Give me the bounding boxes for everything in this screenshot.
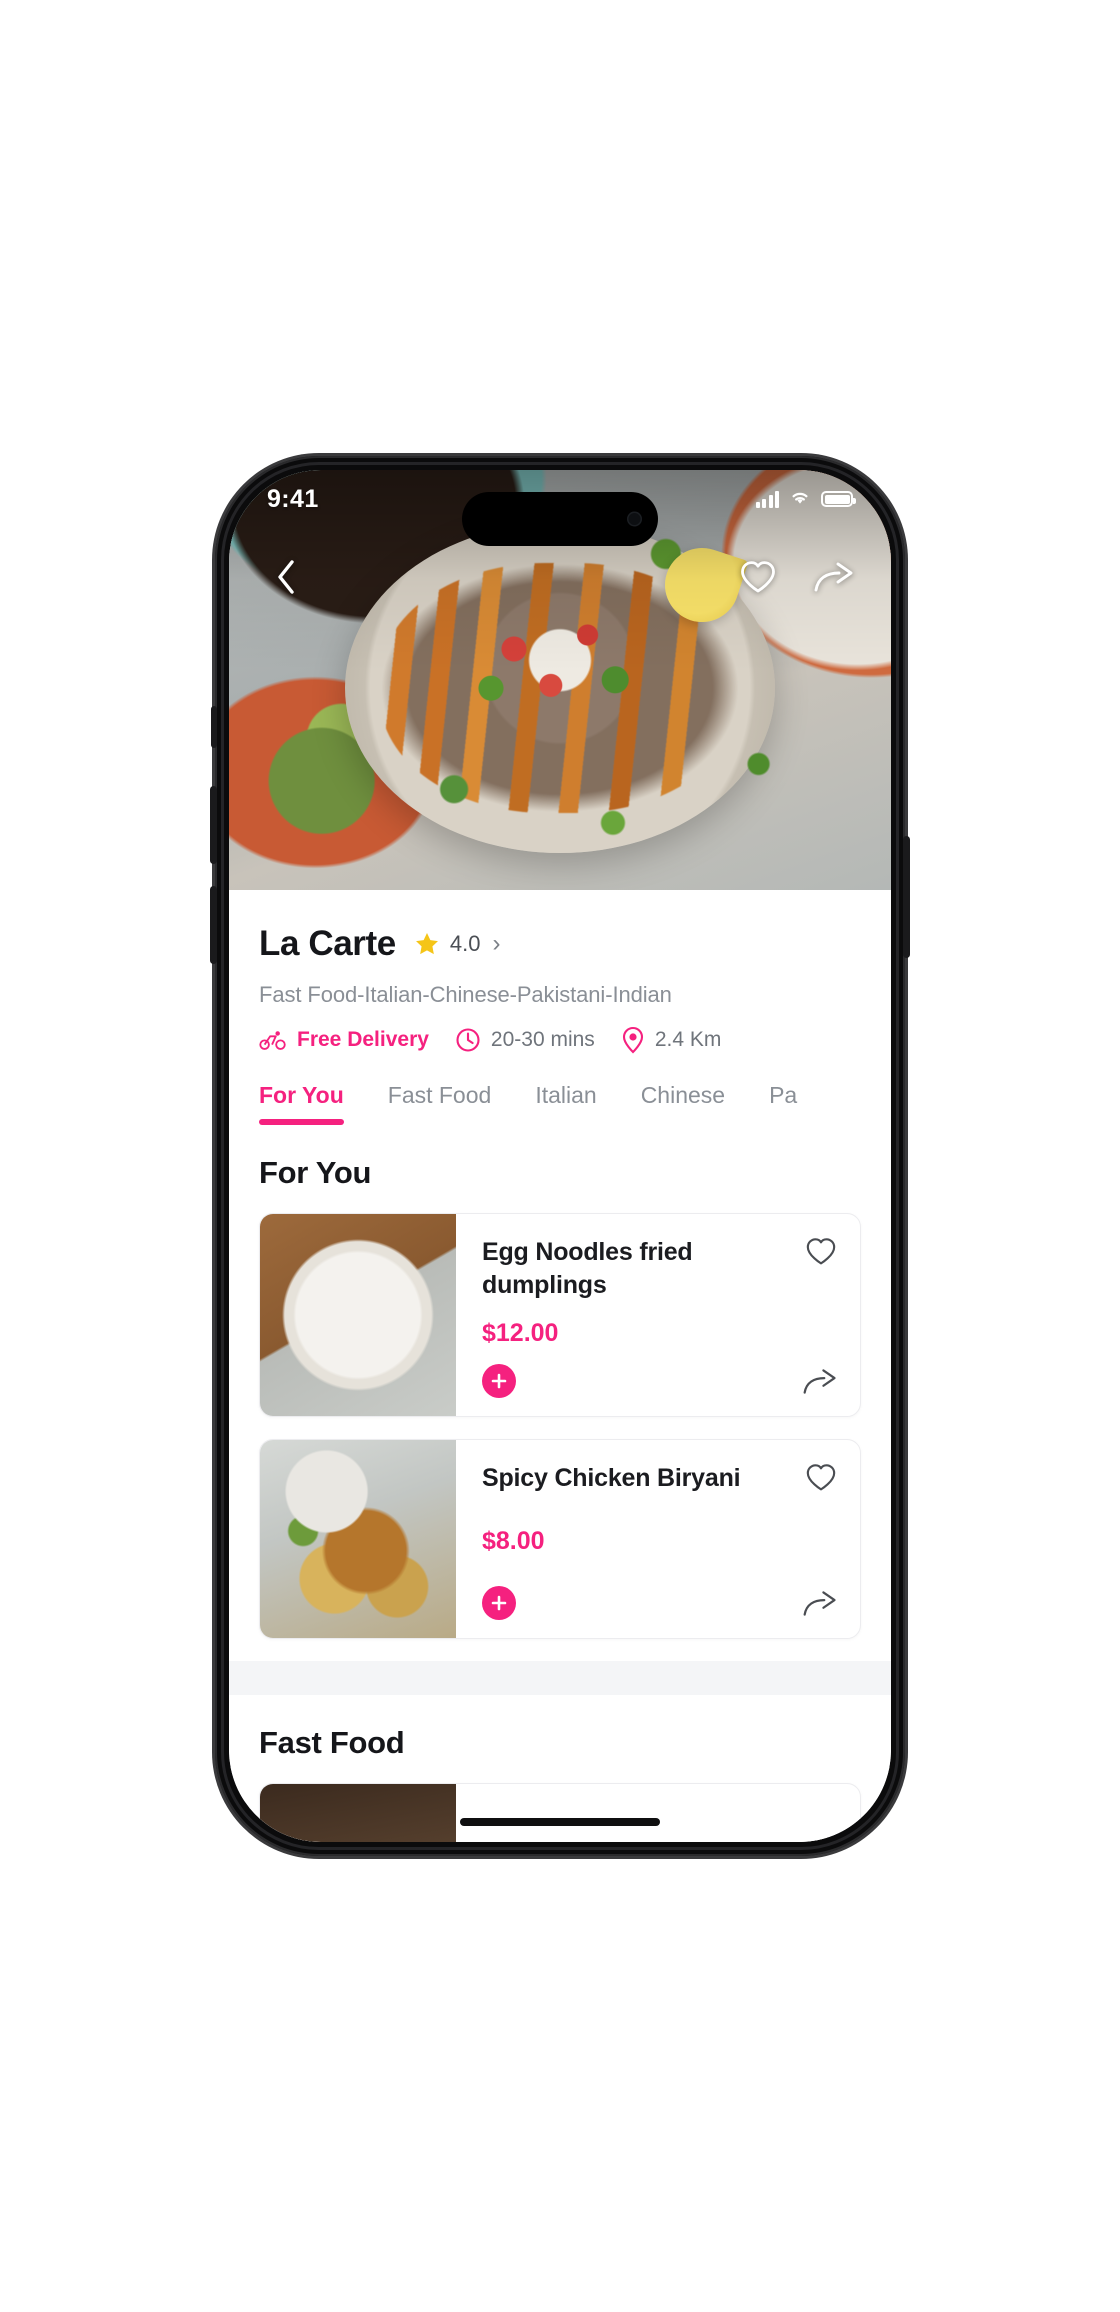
bicycle-icon [259, 1031, 286, 1050]
add-to-cart-button[interactable] [482, 1364, 516, 1398]
restaurant-title-row: La Carte 4.0 › [259, 890, 861, 964]
restaurant-hero-image: 9:41 [229, 470, 891, 890]
favorite-button[interactable] [804, 1462, 838, 1493]
menu-item-body [456, 1784, 860, 1842]
delivery-time-label: 20-30 mins [490, 1028, 595, 1051]
menu-item-card[interactable]: Egg Noodles fried dumplings $12.00 [259, 1213, 861, 1417]
plus-icon [491, 1595, 507, 1611]
dynamic-island [462, 492, 658, 546]
tab-pakistani[interactable]: Pa [769, 1082, 797, 1125]
volume-up-button[interactable] [210, 786, 217, 864]
share-arrow-icon [803, 1368, 836, 1394]
home-indicator[interactable] [460, 1818, 660, 1826]
hero-nav-actions [737, 556, 855, 598]
screenshot-canvas: 9:41 La Carte 4.0 › Fast Food-Italian-Ch… [0, 0, 1120, 2312]
plus-icon [491, 1373, 507, 1389]
heart-icon [806, 1238, 836, 1265]
menu-item-body: Egg Noodles fried dumplings $12.00 [456, 1214, 860, 1416]
tab-for-you[interactable]: For You [259, 1082, 344, 1125]
tab-italian[interactable]: Italian [535, 1082, 596, 1125]
status-time: 9:41 [267, 484, 319, 513]
delivery-time-meta: 20-30 mins [455, 1027, 595, 1053]
share-arrow-icon [803, 1590, 836, 1616]
tab-chinese[interactable]: Chinese [641, 1082, 725, 1125]
favorite-button[interactable] [737, 556, 779, 598]
rating-value: 4.0 [449, 931, 481, 956]
menu-item-image [260, 1784, 456, 1842]
menu-item-actions [482, 1586, 838, 1620]
menu-item-image [260, 1214, 456, 1416]
power-button[interactable] [903, 836, 910, 958]
menu-item-body: Spicy Chicken Biryani $8.00 [456, 1440, 860, 1638]
favorite-button[interactable] [804, 1236, 838, 1267]
menu-item-header: Spicy Chicken Biryani [482, 1462, 838, 1495]
clock-icon [456, 1028, 480, 1052]
restaurant-detail-sheet: La Carte 4.0 › Fast Food-Italian-Chinese… [229, 890, 891, 1842]
delivery-fee-label: Free Delivery [297, 1028, 429, 1051]
restaurant-meta-row: Free Delivery 20-30 mins 2.4 Km [259, 1026, 861, 1054]
front-camera [627, 511, 642, 527]
battery-icon [821, 491, 856, 507]
app-scroll-area[interactable]: 9:41 La Carte 4.0 › Fast Food-Italian-Ch… [229, 470, 891, 1842]
heart-icon [806, 1464, 836, 1491]
menu-item-header: Egg Noodles fried dumplings [482, 1236, 838, 1301]
phone-frame: 9:41 La Carte 4.0 › Fast Food-Italian-Ch… [210, 456, 910, 1856]
heart-icon [741, 561, 775, 593]
volume-down-button[interactable] [210, 886, 217, 964]
share-arrow-icon [814, 562, 853, 592]
tab-fast-food[interactable]: Fast Food [388, 1082, 492, 1125]
star-icon [415, 932, 438, 955]
section-title-for-you: For You [259, 1155, 372, 1190]
share-button[interactable] [802, 1367, 838, 1396]
category-tabs[interactable]: For You Fast Food Italian Chinese Pa [259, 1082, 861, 1125]
menu-item-price: $12.00 [482, 1319, 559, 1347]
menu-item-price: $8.00 [482, 1526, 545, 1555]
phone-screen: 9:41 La Carte 4.0 › Fast Food-Italian-Ch… [229, 470, 891, 1842]
rating-badge[interactable]: 4.0 › [414, 931, 500, 957]
distance-label: 2.4 Km [654, 1028, 722, 1051]
back-button[interactable] [265, 556, 307, 598]
menu-item-name: Egg Noodles fried dumplings [482, 1238, 693, 1299]
menu-item-image [260, 1440, 456, 1638]
section-divider [229, 1661, 891, 1695]
status-indicators [755, 488, 856, 511]
share-button[interactable] [813, 556, 855, 598]
location-pin-icon [622, 1026, 643, 1054]
chevron-left-icon [278, 560, 294, 594]
delivery-fee-meta: Free Delivery [259, 1028, 429, 1052]
menu-item-card[interactable]: Spicy Chicken Biryani $8.00 [259, 1439, 861, 1639]
share-button[interactable] [802, 1589, 838, 1618]
wifi-icon [788, 488, 812, 511]
cuisine-list: Fast Food-Italian-Chinese-Pakistani-Indi… [259, 982, 672, 1007]
menu-item-card[interactable] [259, 1783, 861, 1842]
distance-meta: 2.4 Km [621, 1026, 722, 1054]
cellular-signal-icon [755, 490, 779, 508]
section-title-fast-food: Fast Food [259, 1725, 405, 1760]
menu-item-actions [482, 1364, 838, 1398]
page-title: La Carte [259, 924, 396, 963]
add-to-cart-button[interactable] [482, 1586, 516, 1620]
hero-nav-overlay [229, 556, 891, 598]
menu-item-name: Spicy Chicken Biryani [482, 1464, 741, 1492]
silent-switch[interactable] [211, 706, 217, 748]
chevron-right-icon[interactable]: › [492, 932, 500, 956]
